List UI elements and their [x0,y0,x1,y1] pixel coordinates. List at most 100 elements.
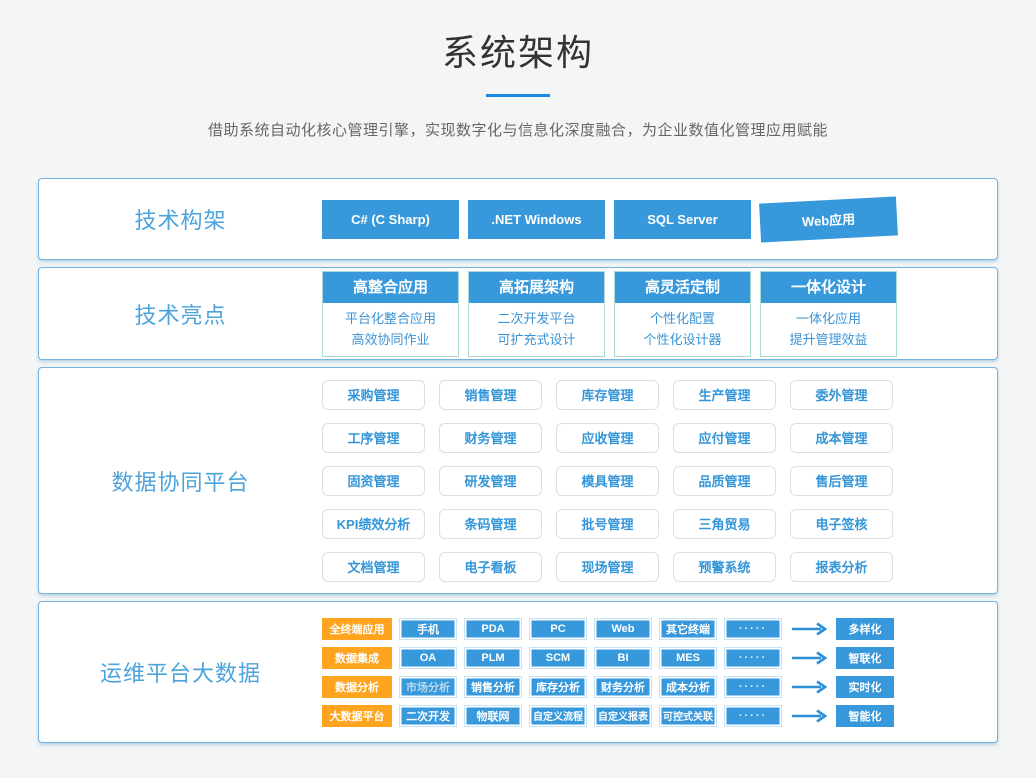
ops-row-integration: 数据集成 OA PLM SCM BI MES ····· 智联化 [322,647,894,669]
ops-category-label: 大数据平台 [322,705,392,727]
ops-item-chip-more: ····· [724,618,782,640]
ops-category-label: 数据分析 [322,676,392,698]
ops-category-label: 全终端应用 [322,618,392,640]
highlight-card-flexible: 高灵活定制 个性化配置 个性化设计器 [614,271,751,357]
ops-item-chip: 市场分析 [399,676,457,698]
module-chip[interactable]: 工序管理 [322,423,425,453]
module-chip[interactable]: 采购管理 [322,380,425,410]
module-chip[interactable]: 条码管理 [439,509,542,539]
module-chip[interactable]: 售后管理 [790,466,893,496]
ops-item-chip: PC [529,618,587,640]
section-data-platform: 数据协同平台 采购管理 销售管理 库存管理 生产管理 委外管理 工序管理 财务管… [38,367,998,594]
ops-platform-label: 运维平台大数据 [39,656,322,688]
module-chip[interactable]: 应收管理 [556,423,659,453]
highlight-card-title: 高整合应用 [323,272,458,303]
highlight-card-line: 高效协同作业 [323,329,458,350]
arrow-right-icon [791,622,827,636]
arrow-right-icon [791,651,827,665]
highlight-card-title: 高拓展架构 [469,272,604,303]
ops-row-terminals: 全终端应用 手机 PDA PC Web 其它终端 ····· 多样化 [322,618,894,640]
ops-item-chip: MES [659,647,717,669]
module-chip[interactable]: 电子看板 [439,552,542,582]
module-chip[interactable]: 模具管理 [556,466,659,496]
ops-category-label: 数据集成 [322,647,392,669]
arrow-right-icon [791,680,827,694]
ops-result-chip: 智能化 [836,705,894,727]
section-tech-framework: 技术构架 C# (C Sharp) .NET Windows SQL Serve… [38,178,998,260]
ops-row-bigdata: 大数据平台 二次开发 物联网 自定义流程 自定义报表 可控式关联 ····· 智… [322,705,894,727]
ops-item-chip: 可控式关联 [659,705,717,727]
module-chip[interactable]: 销售管理 [439,380,542,410]
tech-button-web[interactable]: Web应用 [759,196,898,242]
data-platform-label: 数据协同平台 [39,465,322,497]
ops-item-chip: PLM [464,647,522,669]
section-ops-platform: 运维平台大数据 全终端应用 手机 PDA PC Web 其它终端 ····· 多… [38,601,998,743]
module-chip[interactable]: 电子签核 [790,509,893,539]
highlight-card-line: 可扩充式设计 [469,329,604,350]
module-chip[interactable]: 委外管理 [790,380,893,410]
ops-result-chip: 多样化 [836,618,894,640]
highlight-card-integration: 高整合应用 平台化整合应用 高效协同作业 [322,271,459,357]
module-chip[interactable]: 文档管理 [322,552,425,582]
section-tech-highlights: 技术亮点 高整合应用 平台化整合应用 高效协同作业 高拓展架构 二次开发平台 可… [38,267,998,360]
ops-row-analysis: 数据分析 市场分析 销售分析 库存分析 财务分析 成本分析 ····· 实时化 [322,676,894,698]
module-chip[interactable]: 报表分析 [790,552,893,582]
highlight-card-line: 个性化配置 [615,308,750,329]
tech-framework-buttons: C# (C Sharp) .NET Windows SQL Server Web… [322,200,997,239]
ops-item-chip-more: ····· [724,676,782,698]
ops-item-chip: PDA [464,618,522,640]
module-chip[interactable]: 预警系统 [673,552,776,582]
ops-item-chip: BI [594,647,652,669]
highlight-card-line: 平台化整合应用 [323,308,458,329]
module-chip[interactable]: 财务管理 [439,423,542,453]
highlight-card-line: 个性化设计器 [615,329,750,350]
tech-button-csharp[interactable]: C# (C Sharp) [322,200,459,239]
module-chip[interactable]: 成本管理 [790,423,893,453]
ops-item-chip: OA [399,647,457,669]
module-chip[interactable]: 生产管理 [673,380,776,410]
ops-item-chip: 库存分析 [529,676,587,698]
ops-item-chip: 自定义流程 [529,705,587,727]
ops-item-chip: 物联网 [464,705,522,727]
ops-item-chip: 自定义报表 [594,705,652,727]
module-grid: 采购管理 销售管理 库存管理 生产管理 委外管理 工序管理 财务管理 应收管理 … [322,380,897,582]
ops-item-chip: 二次开发 [399,705,457,727]
module-chip[interactable]: 研发管理 [439,466,542,496]
tech-highlights-label: 技术亮点 [39,298,322,330]
module-chip[interactable]: 批号管理 [556,509,659,539]
module-chip[interactable]: 固资管理 [322,466,425,496]
highlight-card-allinone: 一体化设计 一体化应用 提升管理效益 [760,271,897,357]
ops-item-chip-more: ····· [724,647,782,669]
module-chip[interactable]: 三角贸易 [673,509,776,539]
tech-button-sqlserver[interactable]: SQL Server [614,200,751,239]
ops-diagram: 全终端应用 手机 PDA PC Web 其它终端 ····· 多样化 数据集成 … [322,618,894,727]
module-chip[interactable]: 品质管理 [673,466,776,496]
arrow-right-icon [791,709,827,723]
tech-button-dotnet[interactable]: .NET Windows [468,200,605,239]
module-chip[interactable]: 库存管理 [556,380,659,410]
module-chip[interactable]: KPI绩效分析 [322,509,425,539]
tech-framework-label: 技术构架 [39,203,322,235]
ops-result-chip: 智联化 [836,647,894,669]
highlight-card-line: 一体化应用 [761,308,896,329]
ops-item-chip: 成本分析 [659,676,717,698]
ops-item-chip: Web [594,618,652,640]
highlight-card-extension: 高拓展架构 二次开发平台 可扩充式设计 [468,271,605,357]
ops-item-chip: 手机 [399,618,457,640]
ops-item-chip-more: ····· [724,705,782,727]
module-chip[interactable]: 应付管理 [673,423,776,453]
highlight-card-line: 提升管理效益 [761,329,896,350]
ops-item-chip: 销售分析 [464,676,522,698]
ops-item-chip: SCM [529,647,587,669]
module-chip[interactable]: 现场管理 [556,552,659,582]
page-title: 系统架构 [0,24,1036,76]
highlight-card-title: 高灵活定制 [615,272,750,303]
ops-item-chip: 财务分析 [594,676,652,698]
title-underline [486,94,550,97]
ops-item-chip: 其它终端 [659,618,717,640]
page-header: 系统架构 借助系统自动化核心管理引擎，实现数字化与信息化深度融合，为企业数值化管… [0,0,1036,140]
highlight-card-title: 一体化设计 [761,272,896,303]
tech-highlight-cards: 高整合应用 平台化整合应用 高效协同作业 高拓展架构 二次开发平台 可扩充式设计… [322,271,997,357]
ops-result-chip: 实时化 [836,676,894,698]
page-subtitle: 借助系统自动化核心管理引擎，实现数字化与信息化深度融合，为企业数值化管理应用赋能 [0,119,1036,140]
